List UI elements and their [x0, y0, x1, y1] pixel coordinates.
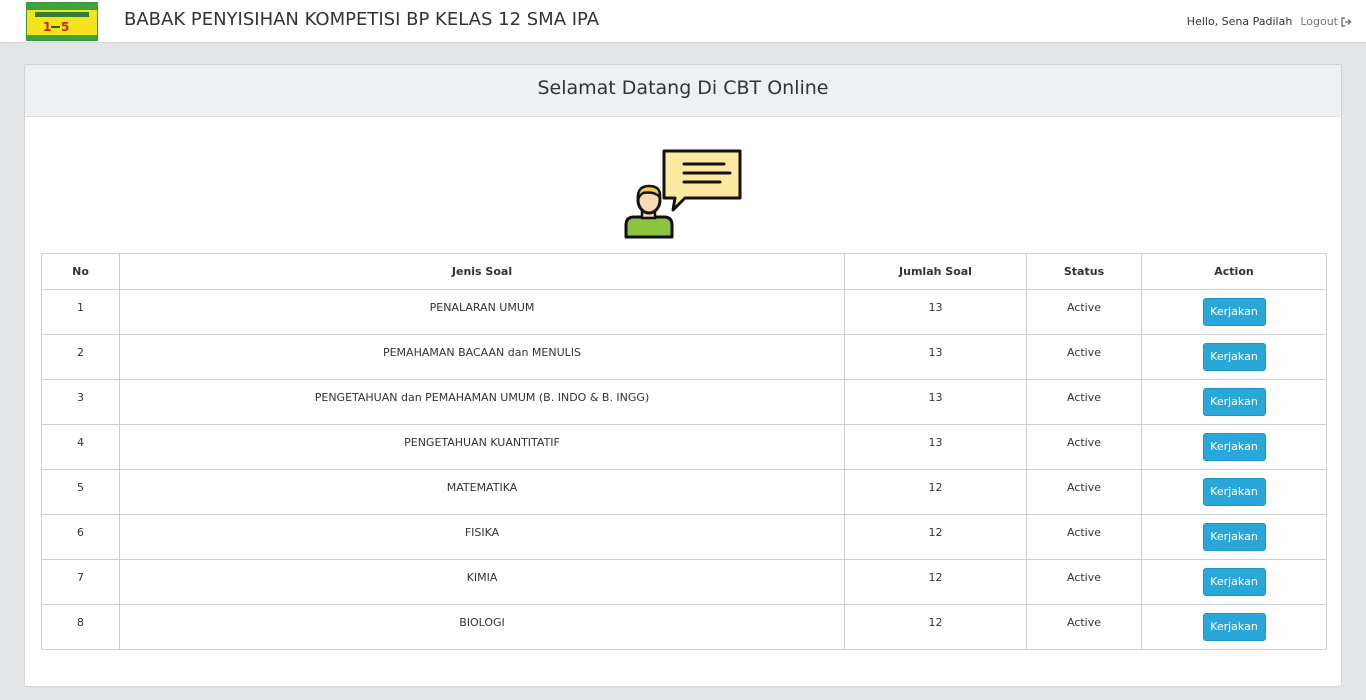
row-jumlah-soal: 13 [844, 334, 1027, 380]
row-jumlah-soal: 12 [844, 469, 1027, 515]
row-action: Kerjakan [1141, 469, 1327, 515]
kerjakan-button[interactable]: Kerjakan [1202, 613, 1266, 641]
row-jumlah-soal: 13 [844, 424, 1027, 470]
table-row: 1 PENALARAN UMUM 13 Active Kerjakan [41, 289, 1327, 335]
header-no: No [41, 253, 120, 290]
logout-label: Logout [1300, 15, 1338, 28]
row-status: Active [1026, 424, 1142, 470]
welcome-panel: Selamat Datang Di CBT Online No Jenis So… [24, 64, 1342, 687]
row-action: Kerjakan [1141, 379, 1327, 425]
logo-dash [51, 26, 60, 28]
row-jumlah-soal: 12 [844, 514, 1027, 560]
row-action: Kerjakan [1141, 514, 1327, 560]
row-no: 5 [41, 469, 120, 515]
school-logo-icon[interactable]: 1 5 [26, 2, 98, 41]
row-status: Active [1026, 289, 1142, 335]
row-jenis-soal: MATEMATIKA [119, 469, 845, 515]
kerjakan-button[interactable]: Kerjakan [1202, 343, 1266, 371]
row-action: Kerjakan [1141, 604, 1327, 650]
header-jumlah-soal: Jumlah Soal [844, 253, 1027, 290]
kerjakan-button[interactable]: Kerjakan [1202, 298, 1266, 326]
row-jenis-soal: PEMAHAMAN BACAAN dan MENULIS [119, 334, 845, 380]
table-row: 4 PENGETAHUAN KUANTITATIF 13 Active Kerj… [41, 424, 1327, 470]
logout-link[interactable]: Logout [1300, 15, 1352, 28]
table-body: 1 PENALARAN UMUM 13 Active Kerjakan 2 PE… [41, 289, 1327, 650]
sign-out-icon [1341, 17, 1352, 27]
table-row: 8 BIOLOGI 12 Active Kerjakan [41, 604, 1327, 650]
row-no: 6 [41, 514, 120, 560]
table-row: 3 PENGETAHUAN dan PEMAHAMAN UMUM (B. IND… [41, 379, 1327, 425]
kerjakan-button[interactable]: Kerjakan [1202, 568, 1266, 596]
row-jumlah-soal: 12 [844, 559, 1027, 605]
user-area: Hello, Sena Padilah Logout [1187, 15, 1352, 29]
user-greeting: Hello, Sena Padilah [1186, 15, 1293, 28]
quiz-table: No Jenis Soal Jumlah Soal Status Action … [41, 253, 1327, 650]
row-jenis-soal: PENGETAHUAN KUANTITATIF [119, 424, 845, 470]
logo-band-bottom [27, 35, 97, 40]
table-row: 2 PEMAHAMAN BACAAN dan MENULIS 13 Active… [41, 334, 1327, 380]
table-header: No Jenis Soal Jumlah Soal Status Action [41, 253, 1327, 290]
row-status: Active [1026, 559, 1142, 605]
kerjakan-button[interactable]: Kerjakan [1202, 388, 1266, 416]
row-action: Kerjakan [1141, 334, 1327, 380]
header-action: Action [1141, 253, 1327, 290]
logo-band-top [27, 3, 97, 10]
table-row: 7 KIMIA 12 Active Kerjakan [41, 559, 1327, 605]
row-jenis-soal: PENGETAHUAN dan PEMAHAMAN UMUM (B. INDO … [119, 379, 845, 425]
row-status: Active [1026, 334, 1142, 380]
row-action: Kerjakan [1141, 289, 1327, 335]
kerjakan-button[interactable]: Kerjakan [1202, 478, 1266, 506]
row-status: Active [1026, 604, 1142, 650]
row-status: Active [1026, 469, 1142, 515]
top-navbar: 1 5 BABAK PENYISIHAN KOMPETISI BP KELAS … [0, 0, 1366, 43]
table-row: 6 FISIKA 12 Active Kerjakan [41, 514, 1327, 560]
row-action: Kerjakan [1141, 559, 1327, 605]
header-status: Status [1026, 253, 1142, 290]
header-jenis-soal: Jenis Soal [119, 253, 845, 290]
row-no: 8 [41, 604, 120, 650]
row-no: 2 [41, 334, 120, 380]
person-speech-bubble-icon [624, 149, 742, 239]
row-status: Active [1026, 379, 1142, 425]
row-jumlah-soal: 12 [844, 604, 1027, 650]
row-jenis-soal: KIMIA [119, 559, 845, 605]
panel-header: Selamat Datang Di CBT Online [25, 65, 1341, 117]
row-no: 1 [41, 289, 120, 335]
row-jenis-soal: BIOLOGI [119, 604, 845, 650]
row-no: 3 [41, 379, 120, 425]
row-action: Kerjakan [1141, 424, 1327, 470]
kerjakan-button[interactable]: Kerjakan [1202, 433, 1266, 461]
logo-digit-right: 5 [61, 20, 70, 34]
table-row: 5 MATEMATIKA 12 Active Kerjakan [41, 469, 1327, 515]
row-jumlah-soal: 13 [844, 379, 1027, 425]
app-title: BABAK PENYISIHAN KOMPETISI BP KELAS 12 S… [124, 9, 600, 30]
panel-title: Selamat Datang Di CBT Online [537, 77, 829, 99]
row-status: Active [1026, 514, 1142, 560]
kerjakan-button[interactable]: Kerjakan [1202, 523, 1266, 551]
header-row: No Jenis Soal Jumlah Soal Status Action [41, 253, 1327, 290]
row-jenis-soal: FISIKA [119, 514, 845, 560]
row-no: 7 [41, 559, 120, 605]
row-jumlah-soal: 13 [844, 289, 1027, 335]
logo-band-middle [35, 12, 89, 17]
row-jenis-soal: PENALARAN UMUM [119, 289, 845, 335]
row-no: 4 [41, 424, 120, 470]
